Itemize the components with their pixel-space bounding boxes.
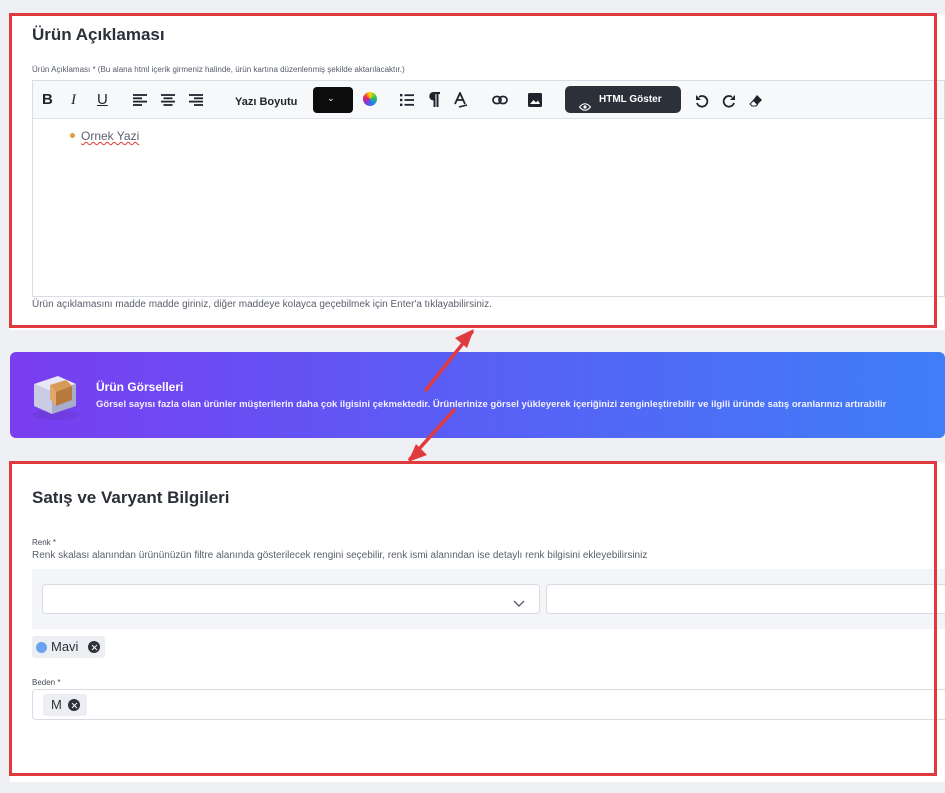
align-left-icon[interactable] bbox=[133, 94, 147, 106]
color-label: Renk * bbox=[32, 538, 57, 547]
banner-text: Görsel sayısı fazla olan ürünler müşteri… bbox=[96, 399, 887, 410]
bold-button[interactable]: B bbox=[42, 91, 53, 109]
align-right-icon[interactable] bbox=[189, 94, 203, 106]
image-icon[interactable] bbox=[528, 93, 542, 107]
editor-toolbar: B I U Yazı Boyutu ⌄ HTML Göster bbox=[33, 81, 944, 119]
color-scale-select[interactable] bbox=[42, 584, 540, 614]
html-toggle-button[interactable]: HTML Göster bbox=[565, 86, 681, 113]
remove-icon[interactable] bbox=[88, 641, 100, 653]
editor-content[interactable]: Ornek Yazi bbox=[70, 129, 139, 143]
color-hint: Renk skalası alanından ürününüzün filtre… bbox=[32, 550, 648, 561]
html-button-label: HTML Göster bbox=[599, 94, 662, 105]
italic-button[interactable]: I bbox=[71, 91, 76, 109]
color-swatch bbox=[36, 642, 47, 653]
eye-icon bbox=[578, 95, 592, 122]
description-field-hint: Ürün Açıklaması * (Bu alana html içerik … bbox=[32, 65, 405, 74]
text-format-icon[interactable] bbox=[454, 92, 468, 108]
paragraph-icon[interactable] bbox=[429, 92, 440, 107]
chevron-down-icon bbox=[513, 594, 525, 612]
font-size-dropdown[interactable]: Yazı Boyutu bbox=[235, 93, 297, 111]
size-input[interactable] bbox=[32, 689, 945, 720]
color-chip-mavi: Mavi bbox=[32, 636, 105, 658]
banner-title: Ürün Görselleri bbox=[96, 380, 184, 394]
underline-button[interactable]: U bbox=[97, 91, 108, 109]
description-title: Ürün Açıklaması bbox=[32, 25, 165, 44]
color-name-input[interactable] bbox=[546, 584, 945, 614]
box-illustration-icon bbox=[28, 368, 84, 422]
align-center-icon[interactable] bbox=[161, 94, 175, 106]
link-icon[interactable] bbox=[492, 95, 508, 105]
list-icon[interactable] bbox=[400, 94, 414, 106]
size-chip-label: M bbox=[51, 697, 62, 712]
bullet-text: Ornek Yazi bbox=[81, 129, 140, 143]
rich-text-editor[interactable]: B I U Yazı Boyutu ⌄ HTML Göster Ornek Ya… bbox=[32, 80, 945, 297]
size-chip-m: M bbox=[43, 694, 87, 716]
chevron-down-icon: ⌄ bbox=[327, 93, 335, 103]
product-images-banner: Ürün Görselleri Görsel sayısı fazla olan… bbox=[10, 352, 945, 438]
description-help-text: Ürün açıklamasını madde madde giriniz, d… bbox=[32, 299, 492, 310]
bullet-dot bbox=[70, 133, 75, 139]
color-select-area bbox=[32, 569, 945, 629]
size-label: Beden * bbox=[32, 678, 61, 687]
remove-icon[interactable] bbox=[68, 699, 80, 711]
eraser-icon[interactable] bbox=[749, 94, 763, 107]
redo-icon[interactable] bbox=[722, 94, 736, 108]
undo-icon[interactable] bbox=[695, 94, 709, 108]
palette-icon[interactable] bbox=[363, 92, 377, 106]
color-dropdown[interactable]: ⌄ bbox=[313, 87, 353, 113]
sales-variant-title: Satış ve Varyant Bilgileri bbox=[32, 488, 230, 507]
color-chip-label: Mavi bbox=[51, 639, 79, 654]
